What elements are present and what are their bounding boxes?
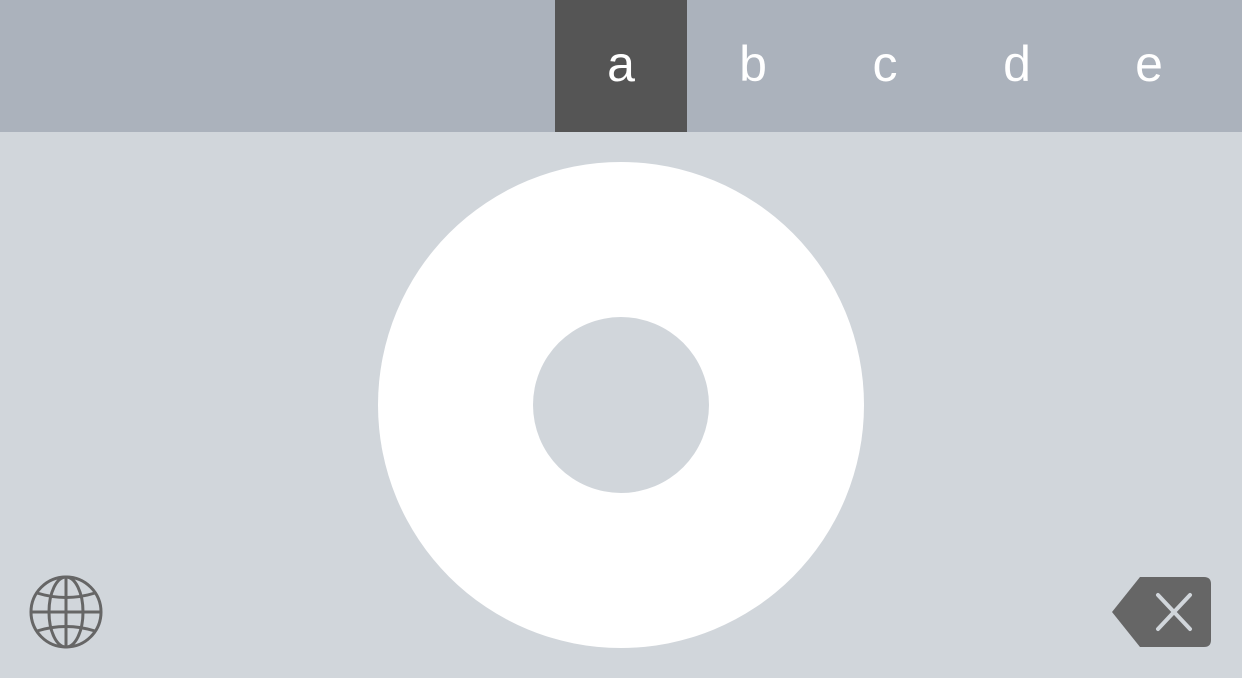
letter-key-c[interactable]: c xyxy=(819,0,951,132)
wheel-center[interactable] xyxy=(533,317,709,493)
backspace-icon xyxy=(1112,577,1211,647)
letter-bar: a b c d e xyxy=(0,0,1242,132)
letter-key-a[interactable]: a xyxy=(555,0,687,132)
globe-icon xyxy=(29,575,103,649)
keyboard: a b c d e xyxy=(0,0,1242,678)
globe-button[interactable] xyxy=(28,574,104,650)
letter-key-b[interactable]: b xyxy=(687,0,819,132)
delete-button[interactable] xyxy=(1112,576,1212,648)
letter-key-d[interactable]: d xyxy=(951,0,1083,132)
selection-wheel[interactable] xyxy=(378,162,864,648)
letter-key-e[interactable]: e xyxy=(1083,0,1215,132)
